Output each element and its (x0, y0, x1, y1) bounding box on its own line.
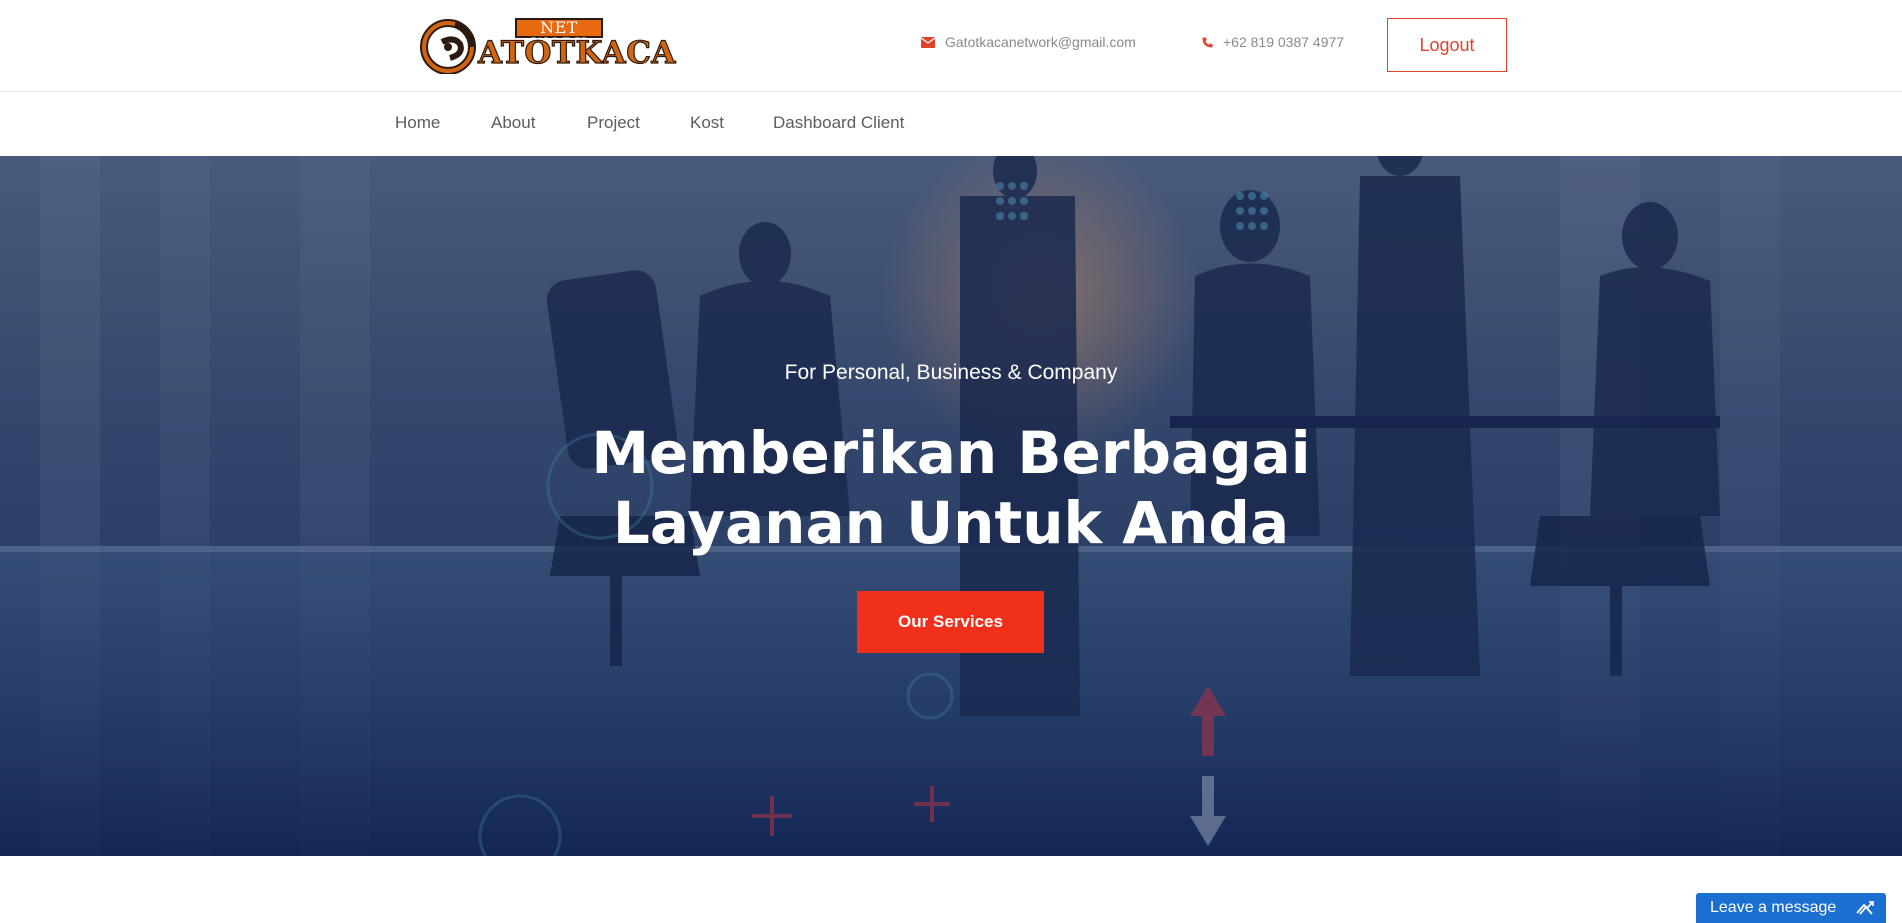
phone-icon (1202, 36, 1213, 48)
top-header: NET WORK ATOTKACA Gatotkacanetwork@gmail… (0, 0, 1902, 92)
contact-phone[interactable]: +62 819 0387 4977 (1202, 34, 1344, 50)
nav-item-home[interactable]: Home (395, 113, 440, 133)
our-services-button[interactable]: Our Services (857, 591, 1044, 653)
nav-item-kost[interactable]: Kost (690, 113, 724, 133)
envelope-icon (921, 36, 935, 48)
logo-emblem-icon (420, 19, 476, 74)
logout-button[interactable]: Logout (1387, 18, 1507, 72)
chat-label: Leave a message (1710, 899, 1837, 916)
main-nav: Home About Project Kost Dashboard Client (0, 92, 1902, 156)
contact-email-text: Gatotkacanetwork@gmail.com (945, 34, 1136, 50)
hero-subtitle: For Personal, Business & Company (784, 361, 1118, 384)
nav-item-project[interactable]: Project (587, 113, 640, 133)
hero-title: Memberikan Berbagai Layanan Untuk Anda (0, 418, 1902, 558)
nav-item-about[interactable]: About (491, 113, 535, 133)
leave-message-widget[interactable]: Leave a message (1696, 893, 1886, 923)
hero-section: For Personal, Business & Company Memberi… (0, 156, 1902, 856)
site-logo[interactable]: NET WORK ATOTKACA (420, 14, 676, 74)
hero-title-line-1: Memberikan Berbagai (591, 419, 1311, 487)
nav-item-dashboard-client[interactable]: Dashboard Client (773, 113, 904, 133)
hero-title-line-2: Layanan Untuk Anda (612, 489, 1290, 557)
contact-phone-text: +62 819 0387 4977 (1223, 34, 1345, 50)
chevron-up-icon[interactable] (1856, 901, 1876, 915)
logo-name-text: ATOTKACA (477, 35, 676, 71)
contact-email[interactable]: Gatotkacanetwork@gmail.com (921, 34, 1136, 50)
